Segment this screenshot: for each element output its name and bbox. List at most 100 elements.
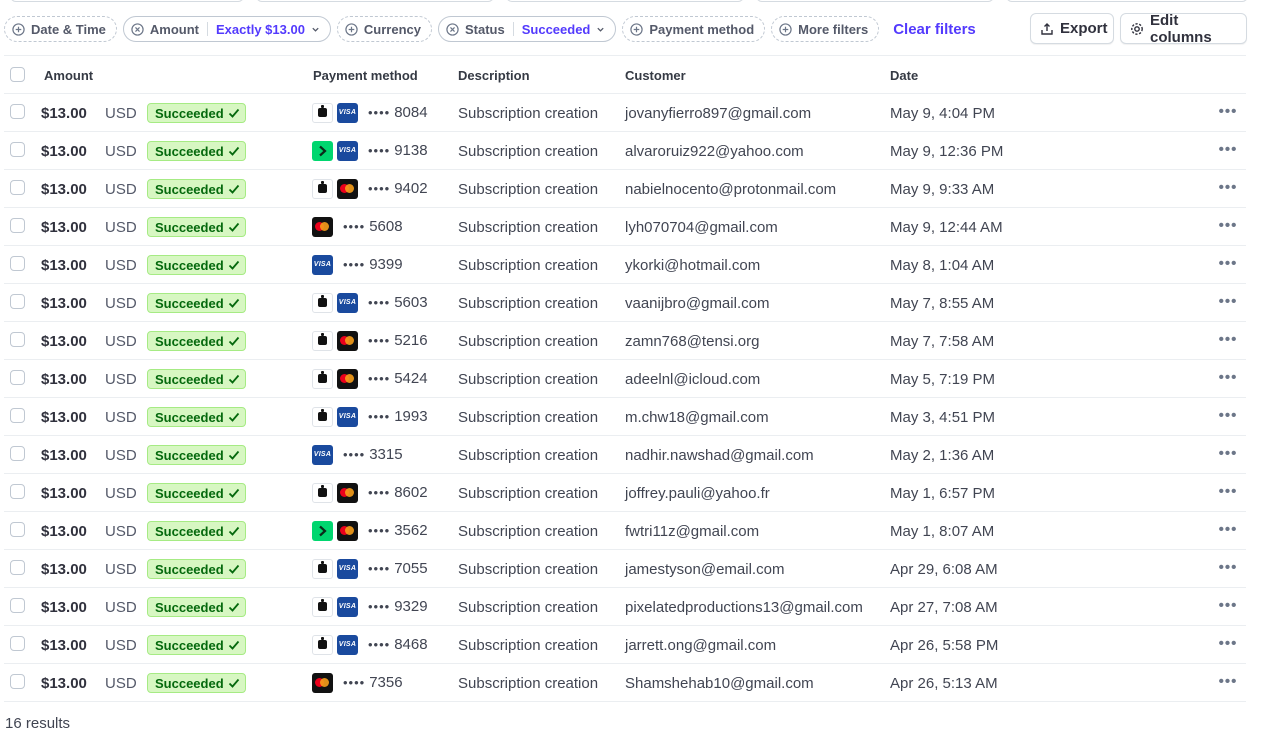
status-label: Succeeded [155,637,224,653]
row-checkbox[interactable] [10,408,25,423]
row-checkbox[interactable] [10,142,25,157]
more-actions-icon[interactable]: ••• [1219,178,1237,196]
more-actions-icon[interactable]: ••• [1219,330,1237,348]
customer-cell[interactable]: alvaroruiz922@yahoo.com [625,143,804,160]
filter-payment-method[interactable]: Payment method [622,16,766,42]
customer-cell[interactable]: m.chw18@gmail.com [625,409,769,426]
clear-filters-link[interactable]: Clear filters [893,21,976,38]
customer-cell[interactable]: jamestyson@email.com [625,561,784,578]
filter-date-time[interactable]: Date & Time [4,16,117,42]
row-checkbox[interactable] [10,446,25,461]
customer-cell[interactable]: joffrey.pauli@yahoo.fr [625,485,770,502]
more-actions-icon[interactable]: ••• [1219,102,1237,120]
more-actions-icon[interactable]: ••• [1219,140,1237,158]
row-checkbox[interactable] [10,560,25,575]
customer-cell[interactable]: vaanijbro@gmail.com [625,295,769,312]
customer-cell[interactable]: nabielnocento@protonmail.com [625,181,836,198]
more-actions-icon[interactable]: ••• [1219,292,1237,310]
more-actions-icon[interactable]: ••• [1219,254,1237,272]
table-row[interactable]: $13.00 USD Succeeded •••• 5216 Subscription c… [4,322,1246,360]
more-actions-icon[interactable]: ••• [1219,406,1237,424]
customer-cell[interactable]: nadhir.nawshad@gmail.com [625,447,814,464]
column-header-date[interactable]: Date [890,68,918,83]
customer-cell[interactable]: jovanyfierro897@gmail.com [625,105,811,122]
customer-cell[interactable]: lyh070704@gmail.com [625,219,778,236]
visa-icon: VISA [337,558,358,579]
remove-circle-icon[interactable] [131,22,144,36]
more-actions-icon[interactable]: ••• [1219,558,1237,576]
more-actions-icon[interactable]: ••• [1219,634,1237,652]
row-checkbox[interactable] [10,522,25,537]
customer-cell[interactable]: adeelnl@icloud.com [625,371,760,388]
row-checkbox[interactable] [10,370,25,385]
table-row[interactable]: $13.00 USD Succeeded •••• 3562 Subscription c… [4,512,1246,550]
date-cell: May 2, 1:36 AM [890,447,995,464]
select-all-checkbox[interactable] [10,67,25,82]
row-checkbox[interactable] [10,674,25,689]
card-last4: •••• 9402 [368,180,428,197]
row-checkbox[interactable] [10,256,25,271]
row-checkbox[interactable] [10,294,25,309]
customer-cell[interactable]: pixelatedproductions13@gmail.com [625,599,863,616]
card-last4: •••• 3315 [343,446,403,463]
row-checkbox[interactable] [10,180,25,195]
row-checkbox[interactable] [10,332,25,347]
export-icon [1040,22,1054,36]
table-row[interactable]: $13.00 USD Succeeded VISA •••• 9138 Subscripti… [4,132,1246,170]
amount-cell: $13.00 [41,447,87,464]
filter-more[interactable]: More filters [771,16,880,42]
more-actions-icon[interactable]: ••• [1219,672,1237,690]
row-checkbox[interactable] [10,218,25,233]
more-actions-icon[interactable]: ••• [1219,216,1237,234]
tab-remnant [1006,0,1248,2]
more-actions-icon[interactable]: ••• [1219,482,1237,500]
table-row[interactable]: $13.00 USD Succeeded VISA •••• 3315 Subscripti… [4,436,1246,474]
description-cell: Subscription creation [458,523,599,540]
row-checkbox[interactable] [10,636,25,651]
table-row[interactable]: $13.00 USD Succeeded •••• 7356 Subscription c… [4,664,1246,702]
masked-digits: •••• [368,181,391,196]
edit-columns-button[interactable]: Edit columns [1120,12,1247,46]
more-actions-icon[interactable]: ••• [1219,596,1237,614]
customer-cell[interactable]: zamn768@tensi.org [625,333,759,350]
filter-amount[interactable]: Amount Exactly $13.00 [122,16,331,42]
row-checkbox[interactable] [10,598,25,613]
masked-digits: •••• [368,333,391,348]
payment-method-cell: VISA •••• 5603 [312,292,428,313]
checkmark-icon [228,297,240,309]
more-actions-icon[interactable]: ••• [1219,368,1237,386]
amount-cell: $13.00 [41,333,87,350]
row-checkbox[interactable] [10,104,25,119]
table-row[interactable]: $13.00 USD Succeeded VISA •••• 9399 Subscripti… [4,246,1246,284]
customer-cell[interactable]: jarrett.ong@gmail.com [625,637,776,654]
masked-digits: •••• [343,219,366,234]
customer-cell[interactable]: fwtri11z@gmail.com [625,523,759,540]
table-row[interactable]: $13.00 USD Succeeded VISA •••• 8084 Subscripti… [4,94,1246,132]
customer-cell[interactable]: ykorki@hotmail.com [625,257,760,274]
more-actions-icon[interactable]: ••• [1219,520,1237,538]
column-header-description[interactable]: Description [458,68,530,83]
last4-digits: 5608 [369,218,403,235]
column-header-customer[interactable]: Customer [625,68,686,83]
table-row[interactable]: $13.00 USD Succeeded VISA •••• 8468 Subscripti… [4,626,1246,664]
customer-cell[interactable]: Shamshehab10@gmail.com [625,675,814,692]
filter-currency[interactable]: Currency [336,16,432,42]
more-actions-icon[interactable]: ••• [1219,444,1237,462]
filter-status[interactable]: Status Succeeded [438,16,617,42]
table-row[interactable]: $13.00 USD Succeeded •••• 5424 Subscription c… [4,360,1246,398]
row-checkbox[interactable] [10,484,25,499]
export-button[interactable]: Export [1030,13,1114,44]
table-row[interactable]: $13.00 USD Succeeded VISA •••• 9329 Subscripti… [4,588,1246,626]
table-row[interactable]: $13.00 USD Succeeded •••• 8602 Subscription c… [4,474,1246,512]
column-header-payment-method[interactable]: Payment method [313,68,418,83]
table-row[interactable]: $13.00 USD Succeeded VISA •••• 1993 Subscripti… [4,398,1246,436]
table-row[interactable]: $13.00 USD Succeeded •••• 5608 Subscription c… [4,208,1246,246]
table-row[interactable]: $13.00 USD Succeeded •••• 9402 Subscription c… [4,170,1246,208]
amount-cell: $13.00 [41,181,87,198]
table-row[interactable]: $13.00 USD Succeeded VISA •••• 7055 Subscripti… [4,550,1246,588]
masked-digits: •••• [368,523,391,538]
results-count: 16 results [5,715,71,732]
remove-circle-icon[interactable] [446,22,459,36]
column-header-amount[interactable]: Amount [44,68,93,83]
table-row[interactable]: $13.00 USD Succeeded VISA •••• 5603 Subscripti… [4,284,1246,322]
